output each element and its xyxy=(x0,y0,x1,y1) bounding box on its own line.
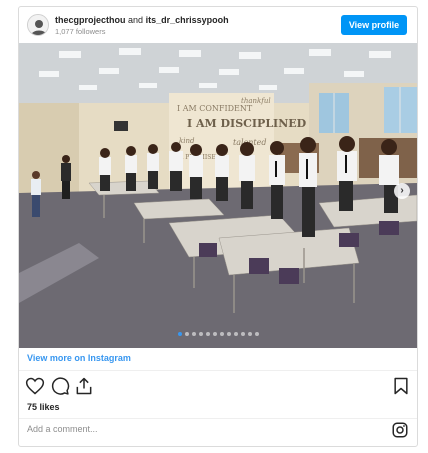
post-photo[interactable]: I AM CONFIDENT thankful I AM DISCIPLINED… xyxy=(19,43,417,348)
carousel-dot xyxy=(191,332,196,336)
instagram-icon[interactable] xyxy=(391,421,409,439)
classroom-photo: I AM CONFIDENT thankful I AM DISCIPLINED… xyxy=(19,43,417,348)
author-connector: and xyxy=(128,15,144,25)
carousel-dot xyxy=(247,332,252,336)
add-comment-input[interactable]: Add a comment... xyxy=(27,424,98,434)
wall-text-disciplined: I AM DISCIPLINED xyxy=(187,117,307,130)
carousel-dots xyxy=(19,332,417,336)
coauthor-link[interactable]: its_dr_chrissypooh xyxy=(146,15,229,25)
profile-avatar[interactable] xyxy=(27,14,49,36)
heart-icon[interactable] xyxy=(25,376,45,396)
follower-count: 1,077 followers xyxy=(55,27,106,36)
carousel-dot xyxy=(226,332,231,336)
wall-text-confident: I AM CONFIDENT xyxy=(177,104,253,113)
wall-text-kind: kind xyxy=(179,137,195,145)
author-link[interactable]: thecgprojecthou xyxy=(55,15,126,25)
view-more-link[interactable]: View more on Instagram xyxy=(27,353,131,363)
chevron-right-icon: › xyxy=(400,185,404,196)
carousel-dot xyxy=(240,332,245,336)
carousel-dot xyxy=(219,332,224,336)
carousel-dot xyxy=(254,332,259,336)
carousel-dot xyxy=(184,332,189,336)
carousel-next-arrow[interactable]: › xyxy=(394,183,410,199)
divider xyxy=(19,370,417,371)
instagram-embed-card: thecgprojecthou and its_dr_chrissypooh 1… xyxy=(18,6,418,447)
author-line: thecgprojecthou and its_dr_chrissypooh xyxy=(55,15,229,25)
view-profile-button[interactable]: View profile xyxy=(341,15,407,35)
carousel-dot xyxy=(205,332,210,336)
comment-icon[interactable] xyxy=(50,376,70,396)
like-count: 75 likes xyxy=(27,402,60,412)
action-bar xyxy=(19,374,417,398)
wall-text-thankful: thankful xyxy=(241,97,271,105)
avatar-image xyxy=(28,15,48,35)
carousel-dot xyxy=(212,332,217,336)
carousel-dot xyxy=(198,332,203,336)
post-header: thecgprojecthou and its_dr_chrissypooh 1… xyxy=(19,7,417,43)
carousel-dot xyxy=(177,332,182,336)
carousel-dot xyxy=(233,332,238,336)
divider xyxy=(19,418,417,419)
bookmark-icon[interactable] xyxy=(391,376,411,396)
share-icon[interactable] xyxy=(74,376,94,396)
